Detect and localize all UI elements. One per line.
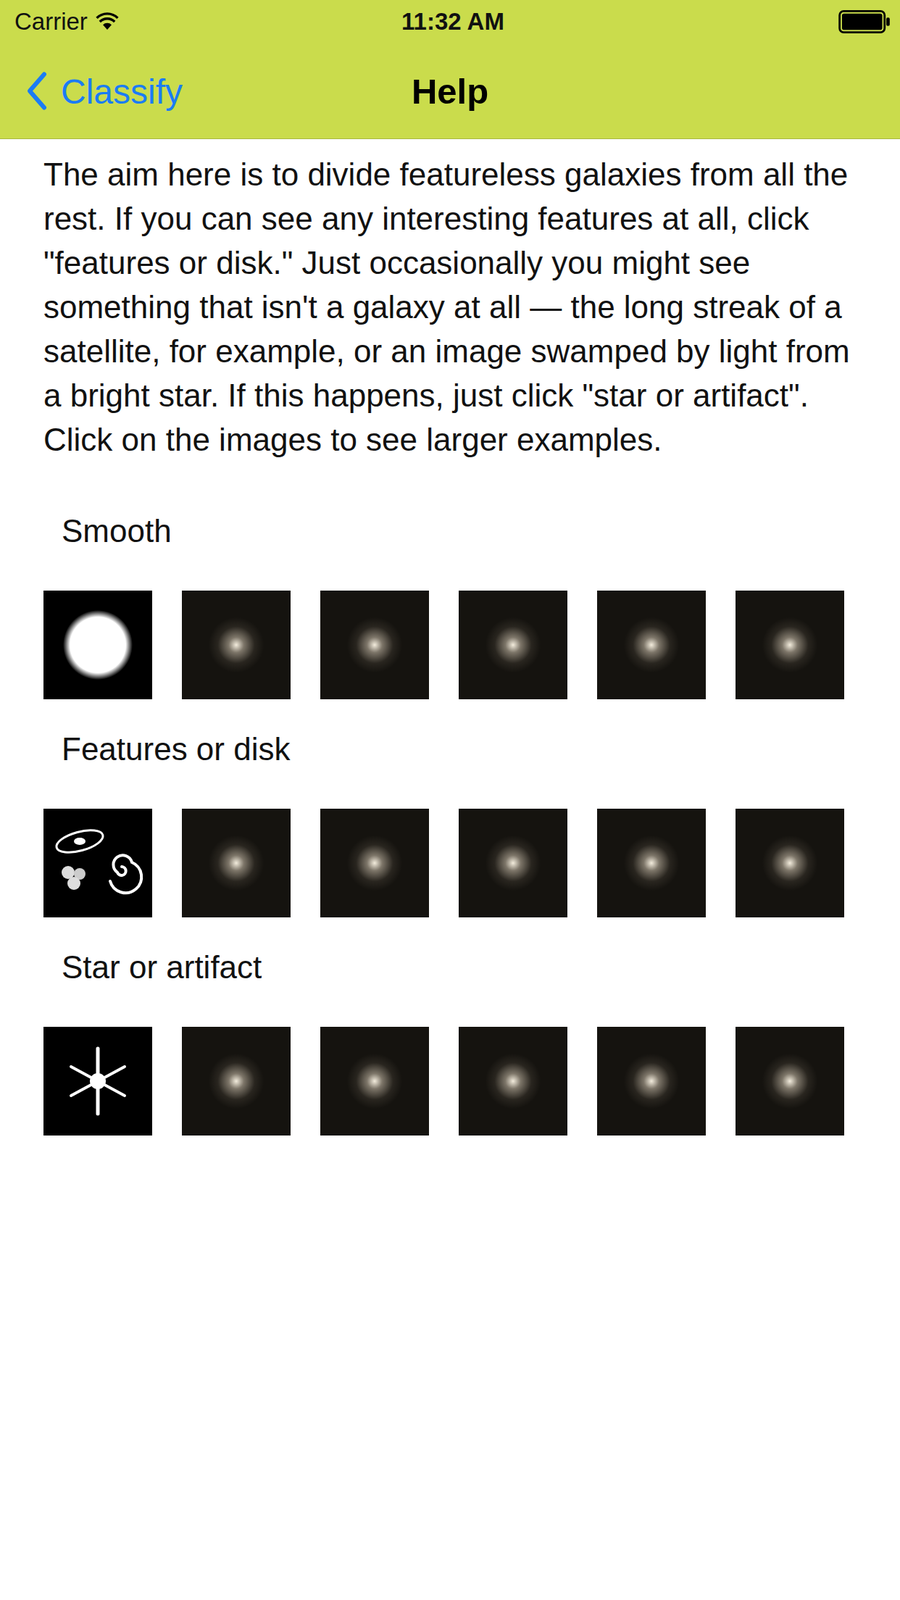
example-photo[interactable] <box>458 590 568 700</box>
section-title: Features or disk <box>43 699 857 809</box>
example-photo[interactable] <box>735 590 845 700</box>
help-content: The aim here is to divide featureless ga… <box>0 152 900 1194</box>
top-bar: Carrier 11:32 AM Classify Help <box>0 0 900 140</box>
carrier-label: Carrier <box>14 7 88 36</box>
example-row <box>43 1026 857 1136</box>
example-photo[interactable] <box>181 590 291 700</box>
example-diagram[interactable] <box>43 590 153 700</box>
nav-title: Help <box>411 71 489 112</box>
example-photo[interactable] <box>320 808 429 918</box>
example-section: Smooth <box>43 481 857 700</box>
example-diagram[interactable] <box>43 808 153 918</box>
example-diagram[interactable] <box>43 1026 153 1136</box>
example-photo[interactable] <box>181 1026 291 1136</box>
intro-text: The aim here is to divide featureless ga… <box>43 152 857 462</box>
example-section: Features or disk <box>43 699 857 918</box>
example-photo[interactable] <box>597 590 706 700</box>
battery-icon <box>837 10 892 34</box>
help-screen: Carrier 11:32 AM Classify Help The aim here … <box>0 0 900 1600</box>
star-icon <box>43 1026 153 1136</box>
example-photo[interactable] <box>458 808 568 918</box>
section-title: Star or artifact <box>43 917 857 1027</box>
example-photo[interactable] <box>320 590 429 700</box>
example-photo[interactable] <box>735 1026 845 1136</box>
example-photo[interactable] <box>320 1026 429 1136</box>
spiral-galaxies-icon <box>43 808 153 918</box>
section-title: Smooth <box>43 481 857 591</box>
time-label: 11:32 AM <box>401 7 505 36</box>
example-photo[interactable] <box>458 1026 568 1136</box>
status-bar: Carrier 11:32 AM <box>0 0 900 44</box>
wifi-icon <box>94 12 120 32</box>
example-row <box>43 590 857 700</box>
example-row <box>43 808 857 918</box>
chevron-left-icon <box>26 71 48 111</box>
example-photo[interactable] <box>597 1026 706 1136</box>
navigation-bar: Classify Help <box>0 43 900 139</box>
smooth-galaxy-icon <box>43 590 153 700</box>
back-button[interactable]: Classify <box>26 71 183 111</box>
example-photo[interactable] <box>735 808 845 918</box>
example-photo[interactable] <box>597 808 706 918</box>
example-photo[interactable] <box>181 808 291 918</box>
example-section: Star or artifact <box>43 917 857 1136</box>
